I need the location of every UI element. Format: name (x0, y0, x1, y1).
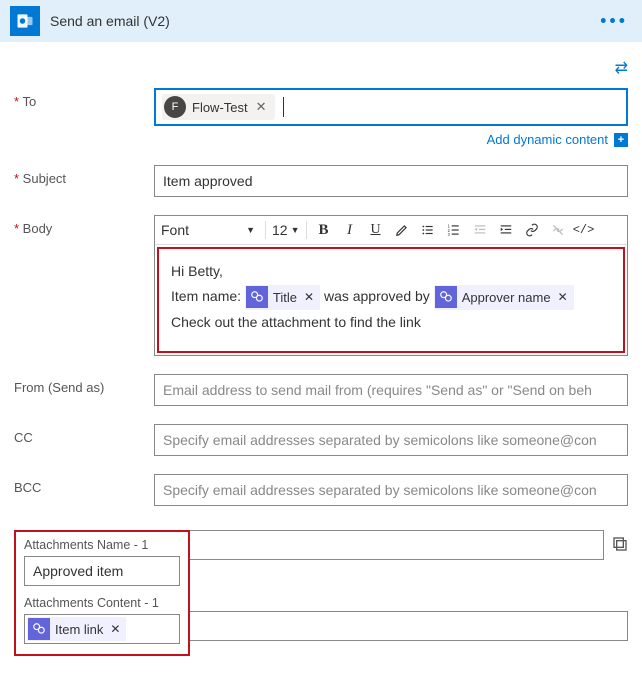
text-cursor (283, 97, 284, 117)
subject-input[interactable]: Item approved (154, 165, 628, 197)
card-title: Send an email (V2) (50, 13, 170, 29)
dynamic-token-itemlink[interactable]: Item link ✕ (27, 617, 126, 641)
highlight-button[interactable] (391, 219, 413, 241)
attachments-section: Attachments Name - 1 Approved item Attac… (14, 530, 190, 656)
outlook-icon (10, 6, 40, 36)
dynamic-token-title[interactable]: Title ✕ (245, 285, 320, 310)
editor-toolbar: Font▼ 12▼ B I U (155, 216, 627, 245)
label-to: To (14, 88, 154, 147)
to-field[interactable]: F Flow-Test ✕ (154, 88, 628, 126)
swap-arrows-icon[interactable]: ⇄ (615, 58, 628, 78)
card-header: Send an email (V2) ••• (0, 0, 642, 42)
body-line: Hi Betty, (171, 259, 611, 284)
action-card: Send an email (V2) ••• ⇄ To F Flow-Test … (0, 0, 642, 676)
rich-editor: Font▼ 12▼ B I U (154, 215, 628, 356)
sharepoint-token-icon (435, 286, 457, 308)
unlink-button[interactable] (547, 219, 569, 241)
more-menu-icon[interactable]: ••• (600, 11, 628, 32)
attachment-content-extra[interactable] (190, 611, 628, 641)
recipient-chip[interactable]: F Flow-Test ✕ (162, 94, 275, 120)
add-dynamic-content-link[interactable]: Add dynamic content + (154, 132, 628, 147)
label-body: Body (14, 215, 154, 356)
indent-button[interactable] (495, 219, 517, 241)
label-bcc: BCC (14, 474, 154, 506)
from-input[interactable]: Email address to send mail from (require… (154, 374, 628, 406)
attachment-name-input[interactable]: Approved item (24, 556, 180, 586)
remove-chip-icon[interactable]: ✕ (254, 99, 269, 115)
svg-text:3: 3 (447, 232, 450, 237)
code-view-button[interactable]: </> (573, 219, 595, 241)
label-attach-name: Attachments Name - 1 (24, 538, 180, 552)
numbered-list-button[interactable]: 123 (443, 219, 465, 241)
card-body: ⇄ To F Flow-Test ✕ Add dynamic content + (0, 42, 642, 676)
label-subject: Subject (14, 165, 154, 197)
label-from: From (Send as) (14, 374, 154, 406)
dynamic-token-approver[interactable]: Approver name ✕ (434, 285, 574, 310)
bcc-input[interactable]: Specify email addresses separated by sem… (154, 474, 628, 506)
label-attach-content: Attachments Content - 1 (24, 596, 180, 610)
body-line: Check out the attachment to find the lin… (171, 310, 611, 335)
font-size-select[interactable]: 12▼ (272, 220, 300, 240)
italic-button[interactable]: I (339, 219, 361, 241)
array-toggle-icon[interactable] (612, 536, 628, 555)
attachment-name-extra[interactable] (190, 530, 604, 560)
recipient-name: Flow-Test (192, 100, 248, 115)
label-cc: CC (14, 424, 154, 456)
plus-icon: + (614, 133, 628, 147)
remove-token-icon[interactable]: ✕ (302, 287, 314, 309)
remove-token-icon[interactable]: ✕ (556, 287, 568, 309)
editor-content[interactable]: Hi Betty, Item name: Title ✕ was approve… (157, 247, 625, 353)
attachment-content-input[interactable]: Item link ✕ (24, 614, 180, 644)
bulleted-list-button[interactable] (417, 219, 439, 241)
outdent-button[interactable] (469, 219, 491, 241)
sharepoint-token-icon (246, 286, 268, 308)
underline-button[interactable]: U (365, 219, 387, 241)
avatar: F (164, 96, 186, 118)
font-select[interactable]: Font▼ (161, 220, 259, 240)
bold-button[interactable]: B (313, 219, 335, 241)
remove-token-icon[interactable]: ✕ (108, 622, 120, 636)
link-button[interactable] (521, 219, 543, 241)
body-line: Item name: Title ✕ was approved by (171, 284, 611, 310)
cc-input[interactable]: Specify email addresses separated by sem… (154, 424, 628, 456)
sharepoint-token-icon (28, 618, 50, 640)
